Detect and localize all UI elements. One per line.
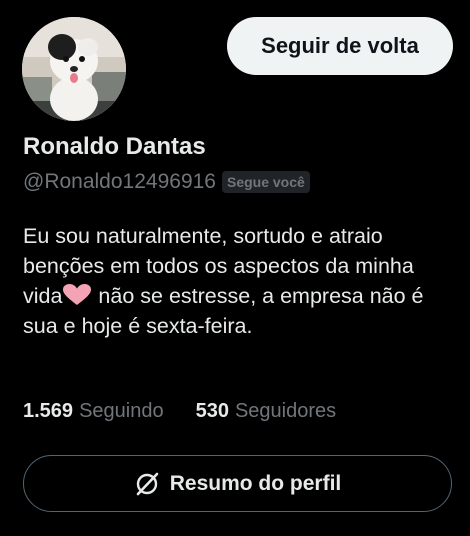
handle-row: @Ronaldo12496916 Segue você bbox=[23, 170, 310, 194]
bio: Eu sou naturalmente, sortudo e atraio be… bbox=[23, 221, 443, 341]
profile-hover-card: Seguir de volta Ronaldo Dantas @Ronaldo1… bbox=[0, 0, 470, 536]
profile-summary-label: Resumo do perfil bbox=[169, 471, 342, 495]
display-name[interactable]: Ronaldo Dantas bbox=[23, 133, 206, 161]
handle[interactable]: @Ronaldo12496916 bbox=[23, 170, 216, 194]
following-count: 1.569 bbox=[23, 400, 74, 422]
grok-slash-icon bbox=[136, 472, 159, 495]
profile-summary-button[interactable]: Resumo do perfil bbox=[23, 455, 452, 512]
followers-count: 530 bbox=[195, 400, 229, 422]
followers-label: Seguidores bbox=[234, 400, 337, 422]
followers-link[interactable]: 530 Seguidores bbox=[196, 400, 337, 423]
following-label: Seguindo bbox=[79, 400, 164, 422]
follow-stats: 1.569 Seguindo 530 Seguidores bbox=[23, 400, 336, 423]
following-link[interactable]: 1.569 Seguindo bbox=[23, 400, 164, 423]
pink-heart-icon bbox=[63, 284, 92, 305]
follow-back-button[interactable]: Seguir de volta bbox=[227, 17, 453, 75]
follows-you-badge: Segue você bbox=[221, 171, 310, 193]
dog-photo-avatar bbox=[22, 17, 126, 121]
avatar[interactable] bbox=[22, 17, 126, 121]
